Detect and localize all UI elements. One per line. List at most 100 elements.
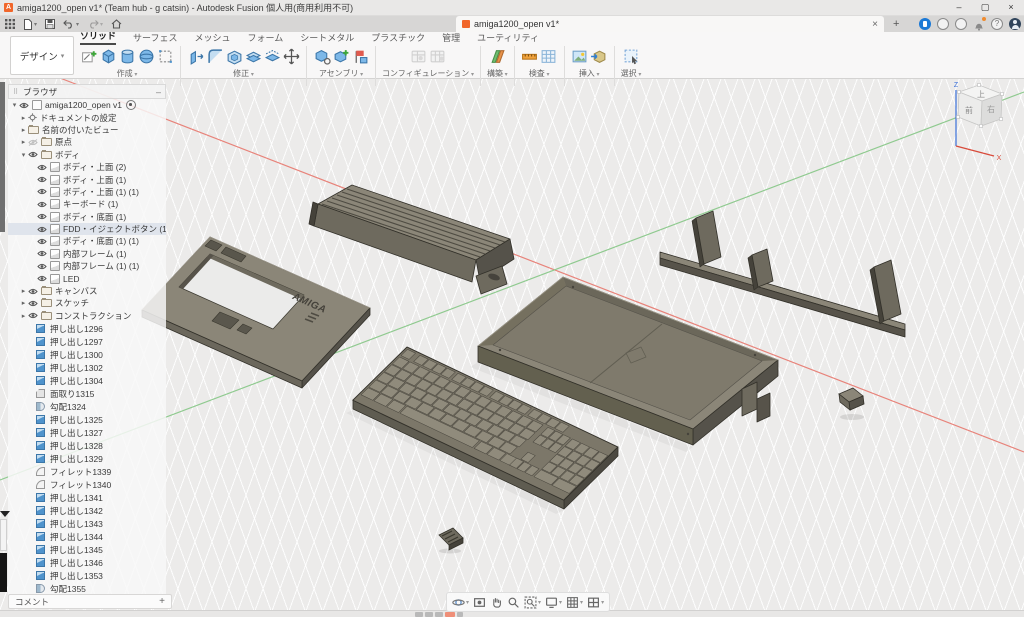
feature-row[interactable]: 押し出し1304 xyxy=(8,374,166,387)
insert-mesh-icon[interactable] xyxy=(590,47,608,65)
group-label-assemble[interactable]: アセンブリ xyxy=(319,68,363,79)
new-tab-button[interactable]: + xyxy=(893,16,899,32)
browser-tree-row[interactable]: キーボード (1) xyxy=(8,198,166,210)
part-eject-button[interactable] xyxy=(839,388,864,410)
chevron-right-icon[interactable]: ▸ xyxy=(19,312,28,320)
fillet-icon[interactable] xyxy=(206,47,224,65)
eye-icon[interactable] xyxy=(28,300,41,307)
pan-icon[interactable] xyxy=(490,596,503,609)
eye-icon[interactable] xyxy=(28,139,41,146)
offset-face-icon[interactable] xyxy=(263,47,281,65)
feature-row[interactable]: 押し出し1300 xyxy=(8,348,166,361)
feature-row[interactable]: フィレット1340 xyxy=(8,478,166,491)
help-icon[interactable]: ? xyxy=(991,18,1003,30)
feature-row[interactable]: 押し出し1329 xyxy=(8,452,166,465)
extrude-icon[interactable] xyxy=(99,47,117,65)
browser-tree-row[interactable]: ボディ・底面 (1) xyxy=(8,211,166,223)
timeline-feature-mark-highlighted[interactable] xyxy=(445,612,455,617)
combine-icon[interactable] xyxy=(244,47,262,65)
part-small-connector[interactable] xyxy=(439,528,463,550)
browser-tree-row[interactable]: ボディ・底面 (1) (1) xyxy=(8,235,166,247)
notifications-bell-icon[interactable] xyxy=(973,18,985,30)
eye-icon[interactable] xyxy=(37,176,50,183)
browser-header[interactable]: ⠿ ブラウザ – xyxy=(8,84,166,99)
sphere-icon[interactable] xyxy=(137,47,155,65)
joint-icon[interactable] xyxy=(332,47,350,65)
comments-bar[interactable]: コメント + xyxy=(8,594,172,609)
eye-icon[interactable] xyxy=(37,188,50,195)
save-icon[interactable] xyxy=(45,19,55,29)
eye-icon[interactable] xyxy=(37,250,50,257)
chevron-right-icon[interactable]: ▸ xyxy=(19,114,28,122)
insert-image-icon[interactable] xyxy=(571,47,589,65)
close-button[interactable]: × xyxy=(998,0,1024,15)
feature-row[interactable]: 押し出し1342 xyxy=(8,504,166,517)
extensions-icon[interactable] xyxy=(937,18,949,30)
browser-tree-row[interactable]: ▾amiga1200_open v1 xyxy=(8,99,166,111)
drag-grip-icon[interactable]: ⠿ xyxy=(13,88,19,96)
chevron-right-icon[interactable]: ▸ xyxy=(19,299,28,307)
feature-row[interactable]: 押し出し1345 xyxy=(8,543,166,556)
browser-tree-row[interactable]: ボディ・上面 (1) xyxy=(8,173,166,185)
job-status-icon[interactable] xyxy=(919,18,931,30)
feature-row[interactable]: 押し出し1344 xyxy=(8,530,166,543)
activate-component-radio[interactable] xyxy=(126,100,136,110)
browser-tree-row[interactable]: LED xyxy=(8,272,166,284)
as-built-joint-icon[interactable] xyxy=(351,47,369,65)
part-top-case[interactable]: AMIGA xyxy=(142,237,370,388)
grid-settings-icon[interactable]: ▾ xyxy=(566,596,583,609)
eye-icon[interactable] xyxy=(28,151,41,158)
chevron-right-icon[interactable]: ▸ xyxy=(19,126,28,134)
document-tab-close-icon[interactable]: × xyxy=(872,19,878,30)
browser-tree-row[interactable]: ▸コンストラクション xyxy=(8,310,166,322)
feature-row[interactable]: 勾配1324 xyxy=(8,400,166,413)
measure-icon[interactable] xyxy=(521,47,539,65)
viewports-icon[interactable]: ▾ xyxy=(587,596,604,609)
file-menu-icon[interactable]: ▾ xyxy=(23,19,37,30)
tab-form[interactable]: フォーム xyxy=(248,31,284,45)
orbit-icon[interactable]: ▾ xyxy=(452,596,469,609)
feature-row[interactable]: 押し出し1325 xyxy=(8,413,166,426)
home-icon[interactable] xyxy=(111,19,122,29)
browser-tree-row[interactable]: ボディ・上面 (2) xyxy=(8,161,166,173)
undo-icon[interactable]: ▾ xyxy=(63,19,79,29)
tab-manage[interactable]: 管理 xyxy=(442,31,460,45)
view-cube[interactable]: Z X 上 前 右 xyxy=(954,82,1004,162)
tab-mesh[interactable]: メッシュ xyxy=(194,31,230,45)
apps-grid-icon[interactable] xyxy=(5,19,15,29)
eye-icon[interactable] xyxy=(37,201,50,208)
construct-plane-icon[interactable] xyxy=(488,47,506,65)
feature-row[interactable]: フィレット1339 xyxy=(8,465,166,478)
browser-tree-row[interactable]: 内部フレーム (1) (1) xyxy=(8,260,166,272)
feature-row[interactable]: 押し出し1327 xyxy=(8,426,166,439)
feature-row[interactable]: 押し出し1343 xyxy=(8,517,166,530)
fit-icon[interactable]: ▾ xyxy=(524,596,541,609)
group-label-inspect[interactable]: 検査 xyxy=(529,68,550,79)
timeline-feature-mark[interactable] xyxy=(457,612,463,617)
press-pull-icon[interactable] xyxy=(187,47,205,65)
feature-row[interactable]: 面取り1315 xyxy=(8,387,166,400)
zoom-icon[interactable] xyxy=(507,596,520,609)
browser-tree-row[interactable]: ▸名前の付いたビュー xyxy=(8,124,166,136)
feature-row[interactable]: 押し出し1297 xyxy=(8,335,166,348)
eye-icon[interactable] xyxy=(37,226,50,233)
document-tab[interactable]: amiga1200_open v1* × xyxy=(456,16,884,32)
chevron-right-icon[interactable]: ▸ xyxy=(19,138,28,146)
eye-icon[interactable] xyxy=(28,312,41,319)
look-at-icon[interactable] xyxy=(473,596,486,609)
part-inner-frame[interactable] xyxy=(660,211,905,337)
create-sketch-icon[interactable] xyxy=(80,47,98,65)
chevron-down-icon[interactable]: ▾ xyxy=(10,101,19,109)
select-icon[interactable] xyxy=(622,47,640,65)
group-label-construct[interactable]: 構築 xyxy=(487,68,508,79)
collapse-panel-icon[interactable]: – xyxy=(156,87,161,97)
redo-icon[interactable]: ▾ xyxy=(87,19,103,29)
tab-sheetmetal[interactable]: シートメタル xyxy=(300,31,354,45)
tab-utilities[interactable]: ユーティリティ xyxy=(477,31,539,45)
chevron-right-icon[interactable]: ▸ xyxy=(19,287,28,295)
new-component-icon[interactable] xyxy=(313,47,331,65)
timeline-feature-mark[interactable] xyxy=(435,612,443,617)
browser-tree-row[interactable]: FDD・イジェクトボタン (1) xyxy=(8,223,166,235)
eye-icon[interactable] xyxy=(37,164,50,171)
primitive-box-icon[interactable] xyxy=(156,47,174,65)
